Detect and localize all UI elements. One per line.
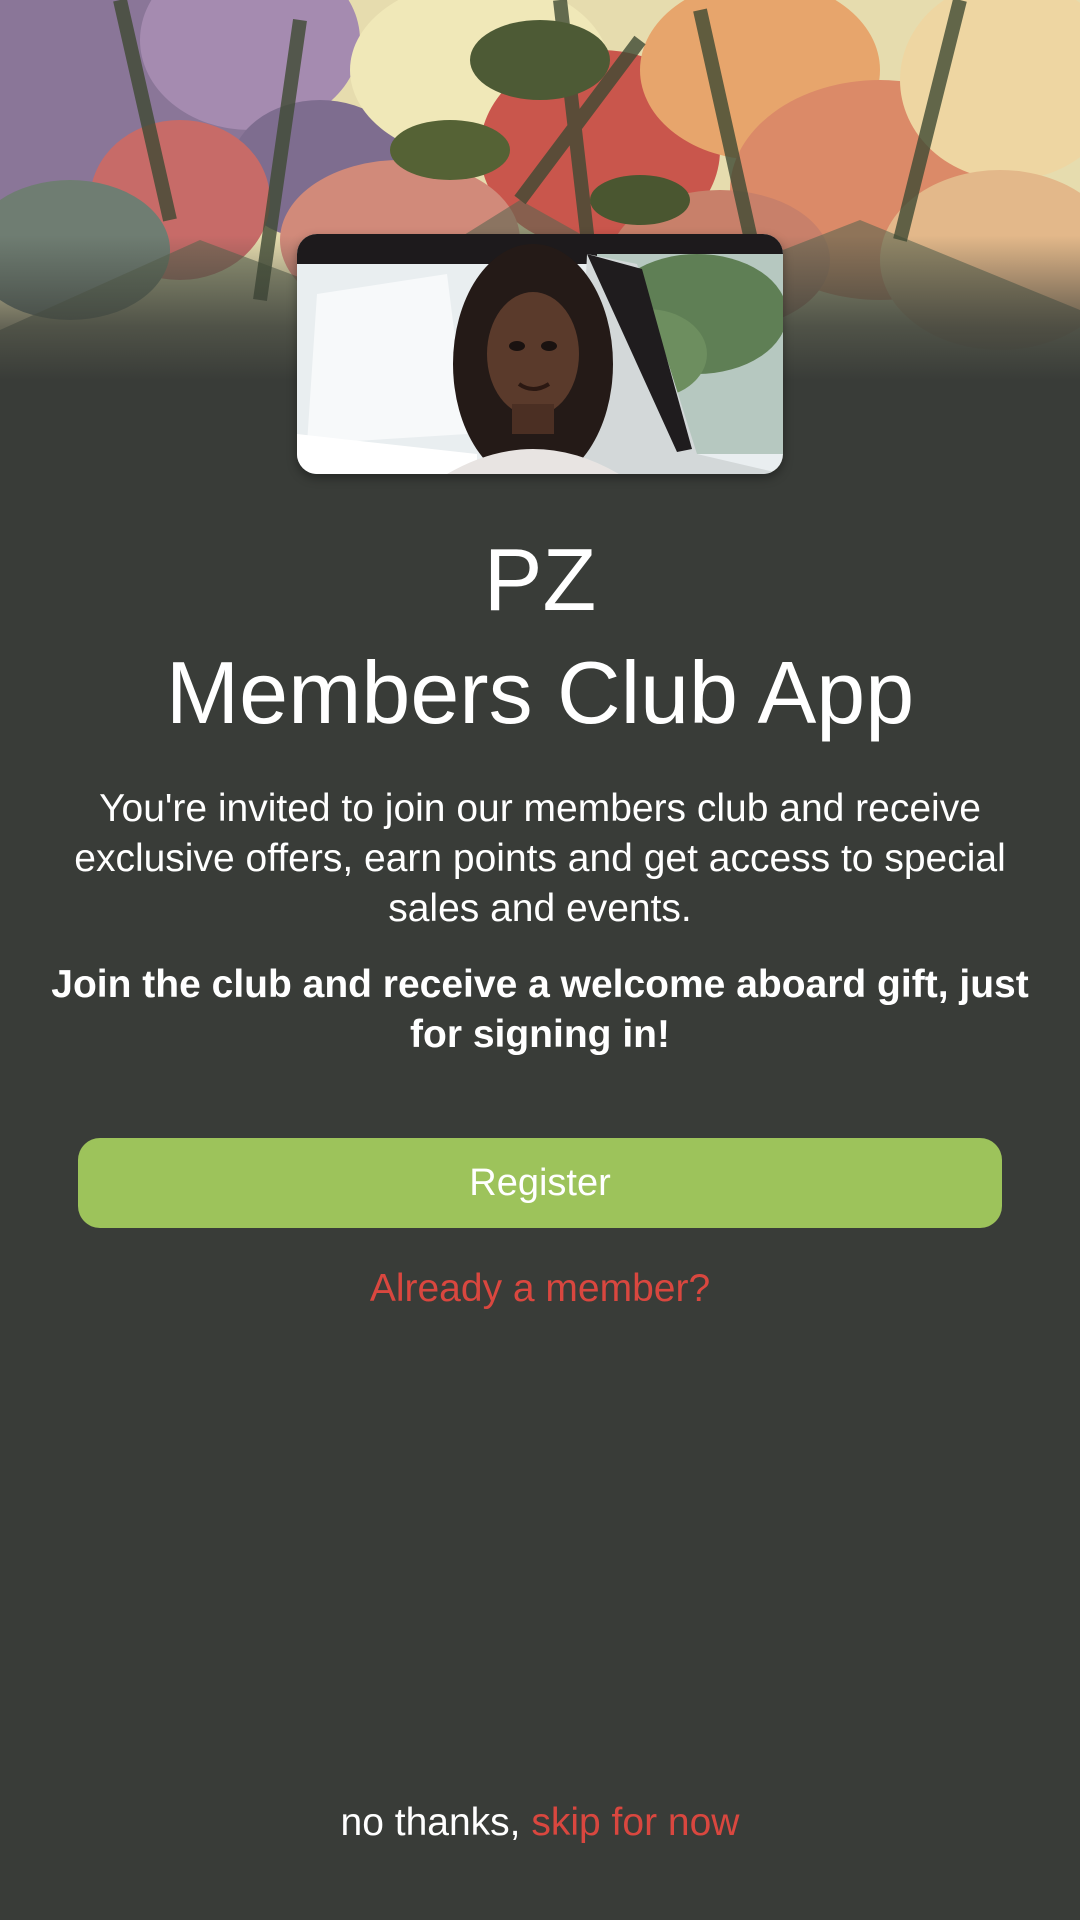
welcome-gift-text: Join the club and receive a welcome aboa…	[51, 963, 1029, 1056]
member-photo-image	[297, 234, 783, 474]
brand-title: PZ	[483, 530, 597, 629]
no-thanks-text: no thanks,	[340, 1801, 521, 1844]
skip-row: no thanks, skip for now	[0, 1798, 1080, 1848]
already-member-link[interactable]: Already a member?	[0, 1264, 1080, 1314]
invitation-text: You're invited to join our members club …	[74, 787, 1006, 930]
register-button[interactable]: Register	[78, 1138, 1002, 1228]
skip-for-now-link[interactable]: skip for now	[531, 1801, 739, 1844]
app-name-title: Members Club App	[165, 643, 915, 742]
member-photo	[297, 234, 783, 474]
